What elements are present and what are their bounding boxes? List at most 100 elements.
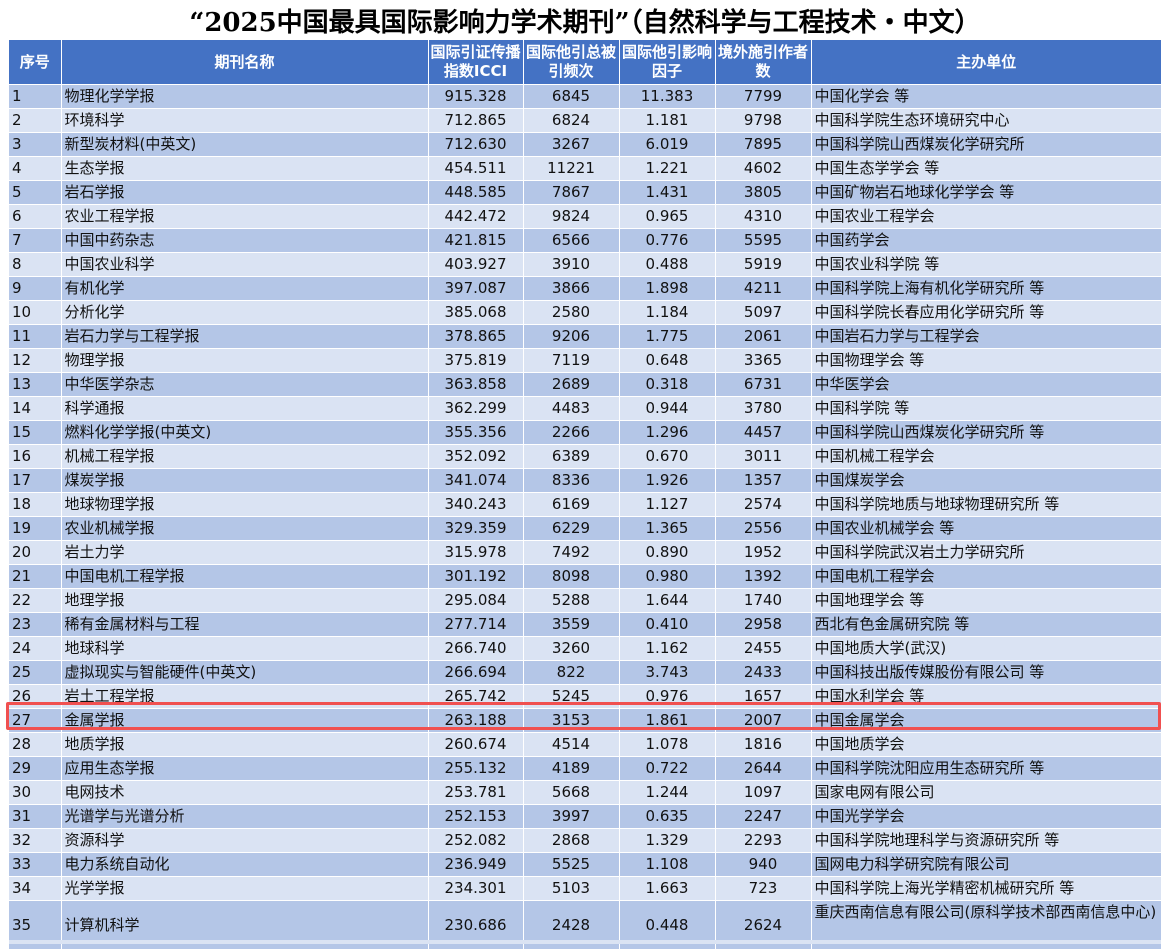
cell-icci: 265.742 (428, 684, 524, 709)
cell-no: 23 (9, 612, 62, 637)
cell-impact: 1.127 (619, 492, 716, 517)
cell-authors: 4211 (715, 276, 812, 301)
cell-journal-name: 物理学报 (61, 348, 429, 373)
cell-authors: 5919 (715, 252, 812, 277)
cell-no: 4 (9, 156, 62, 181)
cell-impact: 1.162 (619, 636, 716, 661)
cell-org: 中国科学院地质与地球物理研究所 等 (811, 492, 1162, 517)
cell-org: 中国生态学学会 等 (811, 156, 1162, 181)
cell-org: 中国科学院武汉岩土力学研究所 (811, 540, 1162, 565)
cell-org: 中国科学院生态环境研究中心 (811, 108, 1162, 133)
table-row: 31 光谱学与光谱分析 252.153 3997 0.635 2247 中国光学学会 (9, 804, 1162, 829)
cell-impact: 1.184 (619, 300, 716, 325)
table-row: 29 应用生态学报 255.132 4189 0.722 2644 中国科学院沈阳应用生态研… (9, 756, 1162, 781)
cell-no: 26 (9, 684, 62, 709)
cell-icci: 915.328 (428, 84, 524, 109)
cell-journal-name: 地理学报 (61, 588, 429, 613)
cell-authors: 940 (715, 852, 812, 877)
cell-authors: 5097 (715, 300, 812, 325)
cell-authors: 2644 (715, 756, 812, 781)
table-row: 17 煤炭学报 341.074 8336 1.926 1357 中国煤炭学会 (9, 468, 1162, 493)
cell-no: 31 (9, 804, 62, 829)
cell-journal-name: 岩土工程学报 (61, 684, 429, 709)
cell-cites: 2868 (523, 828, 620, 853)
table-row: 4 生态学报 454.511 11221 1.221 4602 中国生态学学会 等 (9, 156, 1162, 181)
cell-authors: 6731 (715, 372, 812, 397)
cell-icci: 301.192 (428, 564, 524, 589)
cell-journal-name: 物理化学学报 (61, 84, 429, 109)
cell-authors: 1740 (715, 588, 812, 613)
cell-journal-name: 煤炭学报 (61, 468, 429, 493)
cell-org: 中国农业科学院 等 (811, 252, 1162, 277)
cell-no: 25 (9, 660, 62, 685)
cell-journal-name: 地质学报 (61, 732, 429, 757)
cell-authors: 2247 (715, 804, 812, 829)
cell-authors: 4310 (715, 204, 812, 229)
cell-no: 22 (9, 588, 62, 613)
cell-authors: 3365 (715, 348, 812, 373)
cell-cites: 4514 (523, 732, 620, 757)
cell-impact: 0.976 (619, 684, 716, 709)
cell-impact: 1.365 (619, 516, 716, 541)
cell-authors: 4457 (715, 420, 812, 445)
cell-icci: 260.674 (428, 732, 524, 757)
cell-no: 27 (9, 708, 62, 733)
cell-journal-name: 稀有金属材料与工程 (61, 612, 429, 637)
cell-no: 8 (9, 252, 62, 277)
cell-journal-name: 地球科学 (61, 636, 429, 661)
cell-journal-name: 燃料化学学报(中英文) (61, 420, 429, 445)
cell-cites: 3260 (523, 636, 620, 661)
cell-cites: 6824 (523, 108, 620, 133)
cell-cites: 4189 (523, 756, 620, 781)
cell-org: 国网电力科学研究院有限公司 (811, 852, 1162, 877)
page-title: “2025中国最具国际影响力学术期刊”（自然科学与工程技术・中文） (0, 0, 1170, 40)
cell-no: 11 (9, 324, 62, 349)
cell-cites: 6229 (523, 516, 620, 541)
table-row: 5 岩石学报 448.585 7867 1.431 3805 中国矿物岩石地球化学学会 等 (9, 180, 1162, 205)
table-row: 25 虚拟现实与智能硬件(中英文) 266.694 822 3.743 2433 中国科技出… (9, 660, 1162, 685)
cell-icci: 266.694 (428, 660, 524, 685)
cell-authors: 3011 (715, 444, 812, 469)
cell-impact: 1.431 (619, 180, 716, 205)
cell-impact: 6.019 (619, 132, 716, 157)
cell-impact: 0.980 (619, 564, 716, 589)
table-row: 23 稀有金属材料与工程 277.714 3559 0.410 2958 西北有色金属研究院… (9, 612, 1162, 637)
cell-cites: 822 (523, 660, 620, 685)
cell-impact: 1.244 (619, 780, 716, 805)
cell-impact: 0.944 (619, 396, 716, 421)
cell-impact: 1.898 (619, 276, 716, 301)
cell-authors: 7799 (715, 84, 812, 109)
cell-org: 西北有色金属研究院 等 (811, 612, 1162, 637)
cell-authors: 7895 (715, 132, 812, 157)
table-row: 34 光学学报 234.301 5103 1.663 723 中国科学院上海光学精密机械研究… (9, 876, 1162, 901)
table-row: 2 环境科学 712.865 6824 1.181 9798 中国科学院生态环境研究中心 (9, 108, 1162, 133)
cell-journal-name: 光谱学与光谱分析 (61, 804, 429, 829)
cell-cites: 3866 (523, 276, 620, 301)
cell-no: 34 (9, 876, 62, 901)
cell-journal-name: 岩土力学 (61, 540, 429, 565)
cell-journal-name: 有机化学 (61, 276, 429, 301)
cell-cites: 9824 (523, 204, 620, 229)
cell-cites: 5245 (523, 684, 620, 709)
cell-journal-name: 中国中药杂志 (61, 228, 429, 253)
cell-org: 中国水利学会 等 (811, 684, 1162, 709)
cell-cites: 3559 (523, 612, 620, 637)
cell-authors: 1392 (715, 564, 812, 589)
cell-org: 中国煤炭学会 (811, 468, 1162, 493)
cell-cites: 2580 (523, 300, 620, 325)
cell-journal-name: 电网技术 (61, 780, 429, 805)
cell-no: 2 (9, 108, 62, 133)
table-row: 18 地球物理学报 340.243 6169 1.127 2574 中国科学院地质与地球物理… (9, 492, 1162, 517)
cell-icci: 363.858 (428, 372, 524, 397)
cell-org: 中国科学院上海光学精密机械研究所 等 (811, 876, 1162, 901)
cell-impact: 1.926 (619, 468, 716, 493)
cell-authors: 1816 (715, 732, 812, 757)
cell-authors: 2556 (715, 516, 812, 541)
cell-org: 中国金属学会 (811, 708, 1162, 733)
cell-cites: 2266 (523, 420, 620, 445)
cell-authors: 1357 (715, 468, 812, 493)
cell-authors: 2293 (715, 828, 812, 853)
cell-journal-name: 机械工程学报 (61, 444, 429, 469)
cell-impact: 0.722 (619, 756, 716, 781)
cell-impact: 0.488 (619, 252, 716, 277)
